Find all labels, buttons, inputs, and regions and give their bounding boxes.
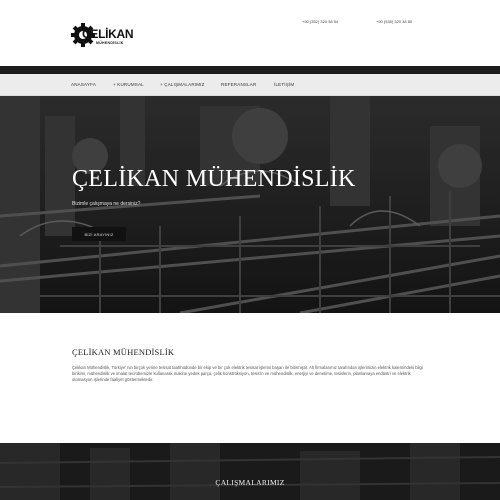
about-section: ÇELİKAN MÜHENDİSLİK Çelikan Mühendislik,…: [0, 313, 500, 443]
logo-text: ÇELİKAN: [82, 27, 134, 41]
nav-item-references[interactable]: REFERANSLAR: [221, 82, 256, 87]
nav-item-contact[interactable]: İLETİŞİM: [274, 82, 294, 87]
phone-number-1[interactable]: +90 (352) 320 38 54: [302, 19, 338, 24]
works-section: ÇALIŞMALARIMIZ: [0, 443, 500, 500]
main-nav: ANASAYFA + KURUMSAL + ÇALIŞMALARIMIZ REF…: [0, 74, 500, 96]
header-divider-bar: [0, 66, 500, 74]
call-us-button[interactable]: BİZİ ARAYINIZ: [72, 227, 126, 241]
logo[interactable]: ÇELİKAN MÜHENDİSLİK: [70, 18, 134, 52]
site-header: ÇELİKAN MÜHENDİSLİK +90 (352) 320 38 54 …: [0, 0, 500, 66]
works-background-image: [0, 443, 500, 500]
hero-banner: ÇELİKAN MÜHENDİSLİK Bizimle çalışmaya ne…: [0, 96, 500, 313]
nav-item-corporate[interactable]: + KURUMSAL: [113, 82, 144, 87]
nav-item-works[interactable]: + ÇALIŞMALARIMIZ: [160, 82, 205, 87]
hero-subtitle: Bizimle çalışmaya ne dersiniz?: [72, 201, 141, 207]
about-title: ÇELİKAN MÜHENDİSLİK: [72, 347, 175, 357]
phone-number-2[interactable]: +90 (535) 320 38 80: [376, 19, 412, 24]
nav-item-home[interactable]: ANASAYFA: [71, 82, 96, 87]
about-text: Çelikan Mühendislik, Türkiye' nin birçok…: [72, 365, 423, 383]
hero-title: ÇELİKAN MÜHENDİSLİK: [72, 166, 356, 192]
logo-subtext: MÜHENDİSLİK: [96, 41, 124, 45]
works-title: ÇALIŞMALARIMIZ: [215, 478, 285, 487]
